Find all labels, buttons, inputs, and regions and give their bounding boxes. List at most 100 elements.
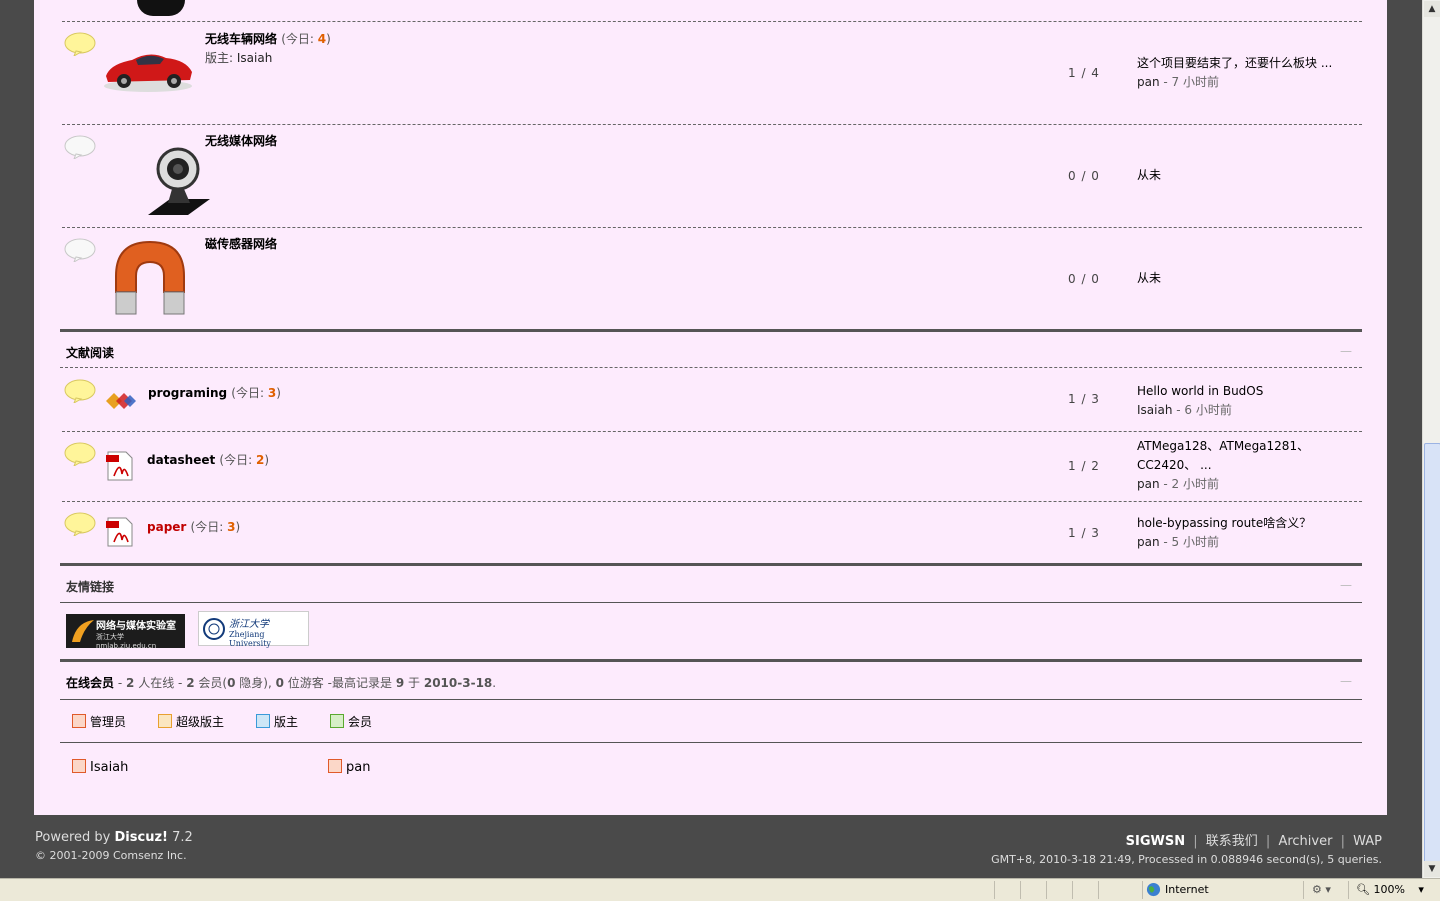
- legend-label: 版主: [274, 715, 299, 729]
- last-post: 从未: [1137, 269, 1357, 288]
- today-number: 3: [227, 520, 236, 534]
- forum-row: datasheet (今日: 2) 1 / 2 ATMega128、ATMega…: [62, 432, 1362, 502]
- last-post-author-link[interactable]: pan: [1137, 75, 1160, 89]
- last-post-title-link[interactable]: ATMega128、ATMega1281、CC2420、 ...: [1137, 439, 1309, 472]
- forum-name-link[interactable]: programing: [148, 386, 227, 400]
- forum-name-link[interactable]: 无线车辆网络: [205, 32, 277, 46]
- forum-page: 无线车辆网络 (今日: 4) 版主: Isaiah 1 / 4 这个项目要结束了…: [34, 0, 1387, 815]
- link-logo-title: 浙江大学: [229, 619, 269, 630]
- last-post-author-link[interactable]: pan: [1137, 535, 1160, 549]
- pdf-icon[interactable]: [104, 516, 136, 548]
- footer-link-wap[interactable]: WAP: [1353, 834, 1382, 849]
- link-logo-zju[interactable]: 浙江大学 Zhejiang University: [198, 611, 309, 648]
- forum-row: 无线媒体网络 0 / 0 从未: [62, 125, 1362, 228]
- webcam-icon[interactable]: [140, 145, 218, 217]
- online-user[interactable]: Isaiah: [72, 759, 128, 775]
- forum-stats: 0 / 0: [1068, 169, 1100, 183]
- legend-label: 超级版主: [176, 715, 225, 729]
- record-label: 最高记录是: [331, 676, 392, 690]
- last-post-title-link[interactable]: 这个项目要结束了，还要什么板块 ...: [1137, 56, 1332, 70]
- discuz-link[interactable]: Discuz!: [115, 830, 168, 845]
- today-label: 今日:: [195, 520, 224, 534]
- red-car-icon[interactable]: [102, 46, 194, 94]
- online-summary: 在线会员 - 2 人在线 - 2 会员(0 隐身), 0 位游客 -最高记录是 …: [66, 674, 496, 691]
- last-post-title-link[interactable]: hole-bypassing route啥含义？: [1137, 516, 1311, 530]
- zoom-control[interactable]: 🔍︎ 100% ▾: [1356, 883, 1424, 896]
- forum-title[interactable]: programing (今日: 3): [148, 384, 281, 401]
- forum-row: 磁传感器网络 0 / 0 从未: [62, 228, 1362, 329]
- online-user-link[interactable]: Isaiah: [90, 760, 128, 775]
- forum-title[interactable]: 无线媒体网络: [205, 132, 277, 149]
- last-post: 从未: [1137, 166, 1357, 185]
- record-count: 9: [395, 676, 405, 690]
- section-header-links: 友情链接 —: [60, 563, 1362, 603]
- legend-member: 会员: [330, 713, 372, 730]
- zju-emblem-icon: [203, 618, 225, 640]
- forum-name-link[interactable]: 无线媒体网络: [205, 134, 277, 148]
- pdf-icon[interactable]: [104, 450, 136, 482]
- forum-row: 无线车辆网络 (今日: 4) 版主: Isaiah 1 / 4 这个项目要结束了…: [62, 22, 1362, 125]
- nmlab-logo-icon: [72, 620, 94, 642]
- today-number: 2: [255, 453, 265, 467]
- forum-title[interactable]: paper (今日: 3): [147, 518, 240, 535]
- horseshoe-magnet-icon[interactable]: [106, 236, 196, 320]
- online-guests: 0: [275, 676, 284, 690]
- powered-label: Powered by: [35, 830, 111, 845]
- last-post-author-link[interactable]: pan: [1137, 477, 1160, 491]
- footer-link-archiver[interactable]: Archiver: [1278, 834, 1332, 849]
- scroll-down-arrow-icon[interactable]: ▼: [1424, 861, 1440, 877]
- link-logo-title: 网络与媒体实验室: [96, 621, 176, 632]
- last-post-time: - 2 小时前: [1163, 477, 1220, 491]
- today-count: (今日: 2): [219, 453, 270, 467]
- online-user-link[interactable]: pan: [346, 760, 370, 775]
- collapse-toggle[interactable]: —: [1340, 344, 1352, 358]
- forum-title[interactable]: 磁传感器网络: [205, 235, 277, 252]
- section-title[interactable]: 友情链接: [66, 578, 114, 595]
- vertical-scrollbar[interactable]: ▲ ▼: [1422, 0, 1440, 878]
- online-count: 2: [126, 676, 135, 690]
- zoom-level: 100%: [1373, 883, 1405, 896]
- footer-link-contact[interactable]: 联系我们: [1206, 834, 1258, 849]
- today-number: 3: [267, 386, 277, 400]
- section-title[interactable]: 在线会员: [66, 676, 114, 690]
- visual-studio-icon[interactable]: [104, 389, 138, 411]
- copyright: © 2001-2009 Comsenz Inc.: [35, 849, 187, 862]
- scrollbar-thumb[interactable]: [1424, 443, 1440, 863]
- admin-user-icon: [72, 759, 86, 773]
- zoom-dropdown-icon[interactable]: ▾: [1418, 883, 1424, 896]
- moderator-user-icon: [256, 714, 270, 728]
- today-label: 今日:: [235, 386, 265, 400]
- online-user[interactable]: pan: [328, 759, 370, 775]
- internet-zone-icon: [1146, 882, 1161, 897]
- forum-name-link[interactable]: datasheet: [147, 453, 215, 467]
- footer-powered: Powered by Discuz! 7.2 © 2001-2009 Comse…: [35, 830, 193, 862]
- forum-title[interactable]: 无线车辆网络 (今日: 4): [205, 30, 331, 47]
- last-post: 这个项目要结束了，还要什么板块 ... pan - 7 小时前: [1137, 54, 1357, 92]
- moderator-link[interactable]: Isaiah: [237, 51, 272, 65]
- last-post-title-link[interactable]: Hello world in BudOS: [1137, 384, 1263, 398]
- online-guests-label: 位游客: [287, 676, 324, 690]
- forum-stats: 1 / 2: [1068, 459, 1100, 473]
- online-members: 2: [186, 676, 195, 690]
- last-post: ATMega128、ATMega1281、CC2420、 ... pan - 2…: [1137, 437, 1327, 494]
- link-logo-nmlab[interactable]: 网络与媒体实验室 浙江大学 nmlab.zju.edu.cn: [66, 614, 185, 650]
- forum-name-link[interactable]: paper: [147, 520, 186, 534]
- forum-stats: 1 / 3: [1068, 526, 1100, 540]
- online-hidden-label: 隐身),: [239, 676, 272, 690]
- scroll-up-arrow-icon[interactable]: ▲: [1424, 1, 1440, 17]
- forum-moderator: 版主: Isaiah: [205, 49, 272, 66]
- version: 7.2: [172, 830, 193, 845]
- online-sep: -: [117, 676, 123, 690]
- forum-name-link[interactable]: 磁传感器网络: [205, 237, 277, 251]
- collapse-toggle[interactable]: —: [1340, 578, 1352, 592]
- footer-link-sigwsn[interactable]: SIGWSN: [1126, 834, 1185, 849]
- protected-mode-icon[interactable]: ⚙ ▾: [1312, 883, 1331, 896]
- internet-zone-label: Internet: [1165, 883, 1209, 896]
- forum-title[interactable]: datasheet (今日: 2): [147, 451, 269, 468]
- browser-status-bar: Internet ⚙ ▾ 🔍︎ 100% ▾: [0, 878, 1440, 901]
- collapse-toggle[interactable]: —: [1340, 674, 1352, 688]
- no-new-posts-bubble-icon: [64, 238, 96, 262]
- section-title[interactable]: 文献阅读: [66, 344, 114, 361]
- last-post-author-link[interactable]: Isaiah: [1137, 403, 1172, 417]
- member-user-icon: [330, 714, 344, 728]
